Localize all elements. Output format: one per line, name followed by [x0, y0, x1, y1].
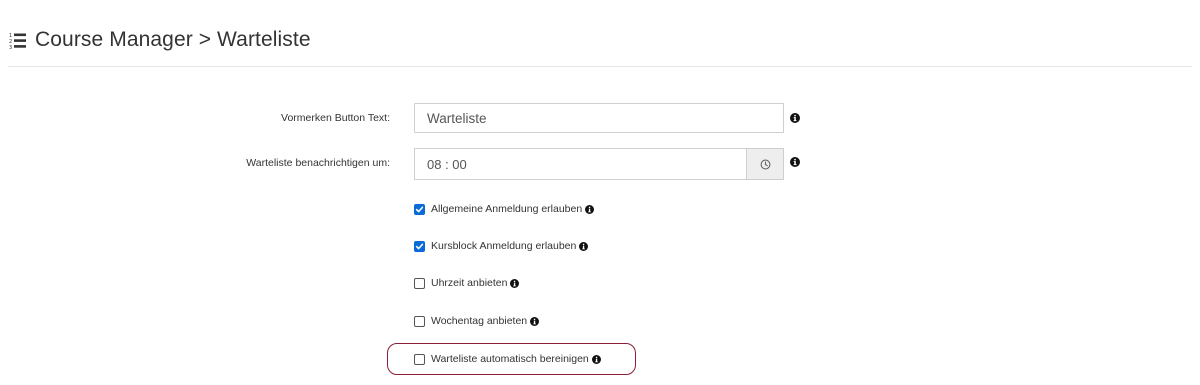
- notify-time-label: Warteliste benachrichtigen um:: [246, 157, 390, 169]
- option-wochentag-anbieten[interactable]: Wochentag anbieten: [414, 314, 540, 328]
- list-ordered-icon: 1 2 3: [9, 33, 26, 49]
- clock-button[interactable]: [746, 149, 783, 179]
- checkbox-checked[interactable]: [414, 203, 425, 215]
- info-icon[interactable]: [579, 241, 589, 251]
- highlight-outline: [387, 343, 636, 375]
- info-icon[interactable]: [790, 113, 800, 123]
- page-title: Course Manager > Warteliste: [35, 28, 311, 51]
- option-uhrzeit-anbieten[interactable]: Uhrzeit anbieten: [414, 276, 520, 290]
- info-icon[interactable]: [585, 204, 595, 214]
- button-text-label: Vormerken Button Text:: [281, 112, 390, 124]
- option-label: Allgemeine Anmeldung erlauben: [431, 203, 583, 215]
- checkbox[interactable]: [414, 277, 425, 289]
- button-text-input[interactable]: [414, 103, 784, 133]
- option-allgemeine-anmeldung[interactable]: Allgemeine Anmeldung erlauben: [414, 202, 595, 216]
- page-header: 1 2 3 Course Manager > Warteliste: [9, 24, 311, 56]
- svg-text:3: 3: [9, 45, 12, 49]
- option-kursblock-anmeldung[interactable]: Kursblock Anmeldung erlauben: [414, 239, 589, 253]
- course-manager-waitlist-page: 1 2 3 Course Manager > Warteliste Vormer…: [0, 0, 1200, 385]
- checkbox-checked[interactable]: [414, 240, 425, 252]
- info-icon[interactable]: [510, 278, 520, 288]
- info-icon[interactable]: [530, 316, 540, 326]
- option-label: Uhrzeit anbieten: [431, 277, 508, 289]
- clock-icon: [760, 159, 770, 169]
- option-label: Wochentag anbieten: [431, 315, 528, 327]
- option-label: Kursblock Anmeldung erlauben: [431, 240, 577, 252]
- notify-time-input[interactable]: [415, 149, 746, 179]
- checkbox[interactable]: [414, 315, 425, 327]
- header-divider: [8, 66, 1192, 67]
- notify-time-field: [414, 148, 784, 180]
- info-icon[interactable]: [790, 157, 800, 167]
